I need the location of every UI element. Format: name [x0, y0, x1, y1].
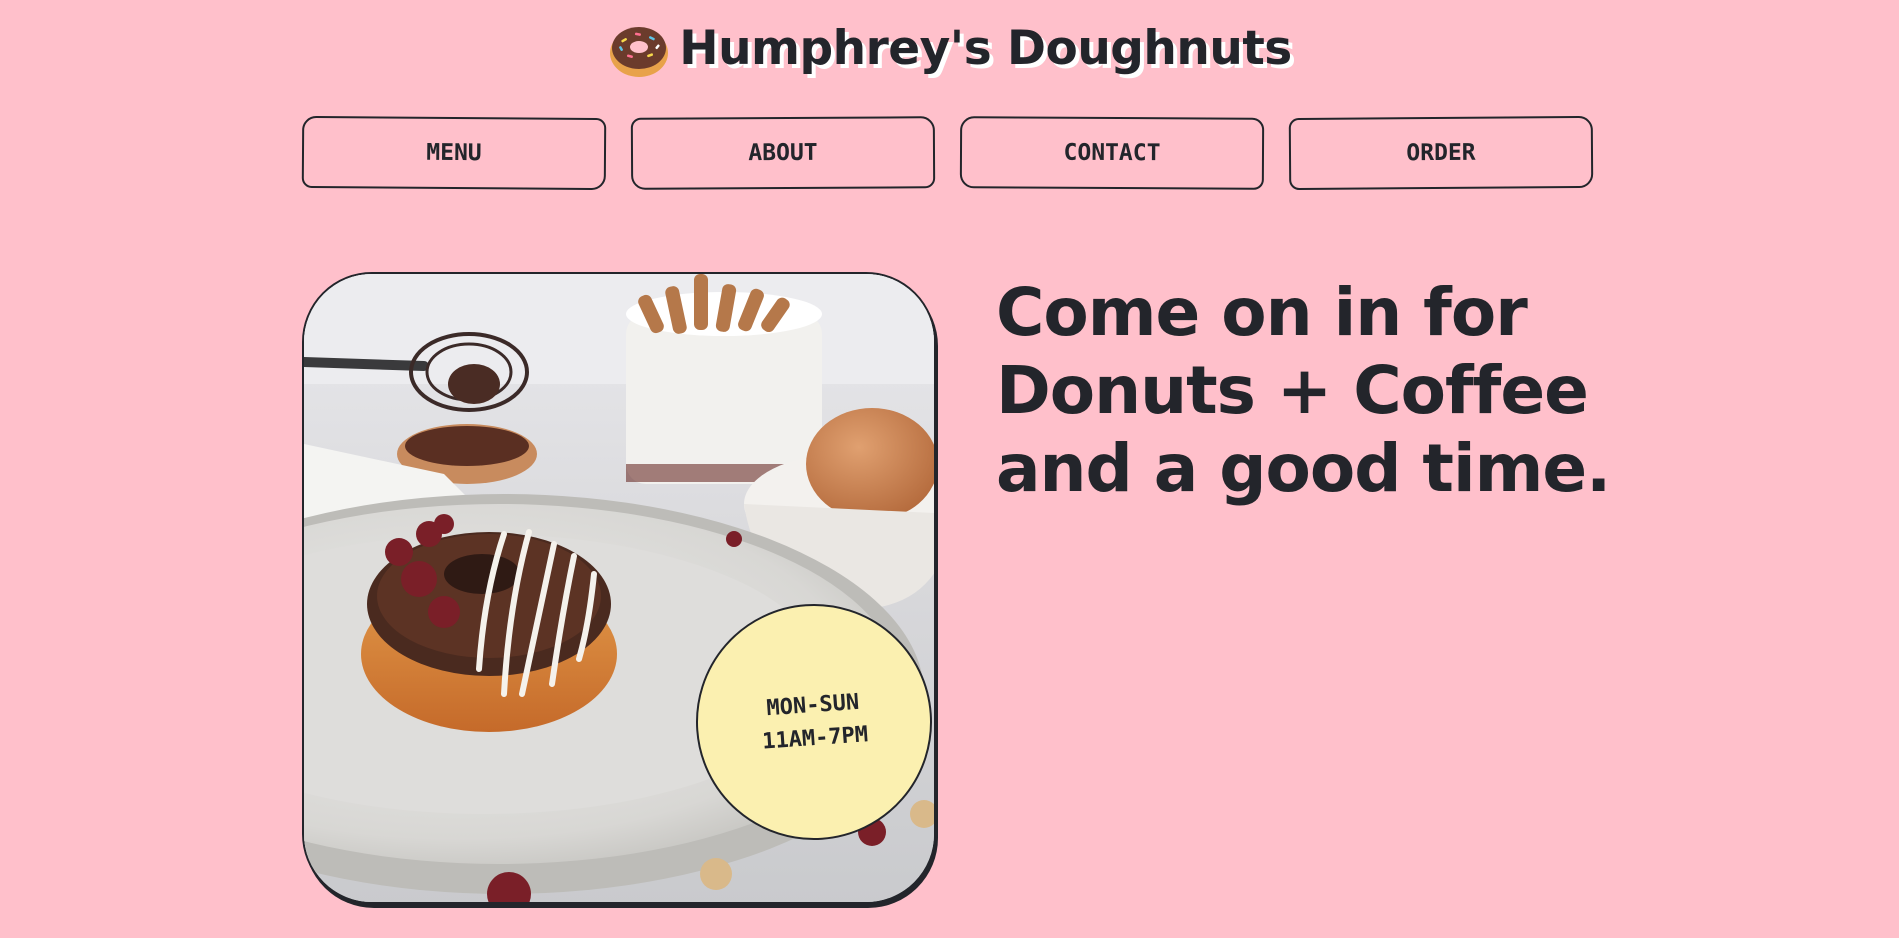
doughnut-icon — [607, 17, 671, 81]
hours-time: 11AM-7PM — [761, 722, 869, 755]
nav-menu-button[interactable]: MENU — [301, 115, 607, 191]
nav-order-button[interactable]: ORDER — [1288, 115, 1594, 191]
nav-about-button[interactable]: ABOUT — [630, 116, 936, 190]
nav-contact-button[interactable]: CONTACT — [959, 116, 1265, 190]
main-nav: MENU ABOUT CONTACT ORDER — [301, 115, 1598, 191]
site-header: Humphrey's Doughnuts — [0, 14, 1899, 84]
site-title[interactable]: Humphrey's Doughnuts — [679, 14, 1292, 84]
hero-headline: Come on in for Donuts + Coffee and a goo… — [996, 274, 1611, 507]
